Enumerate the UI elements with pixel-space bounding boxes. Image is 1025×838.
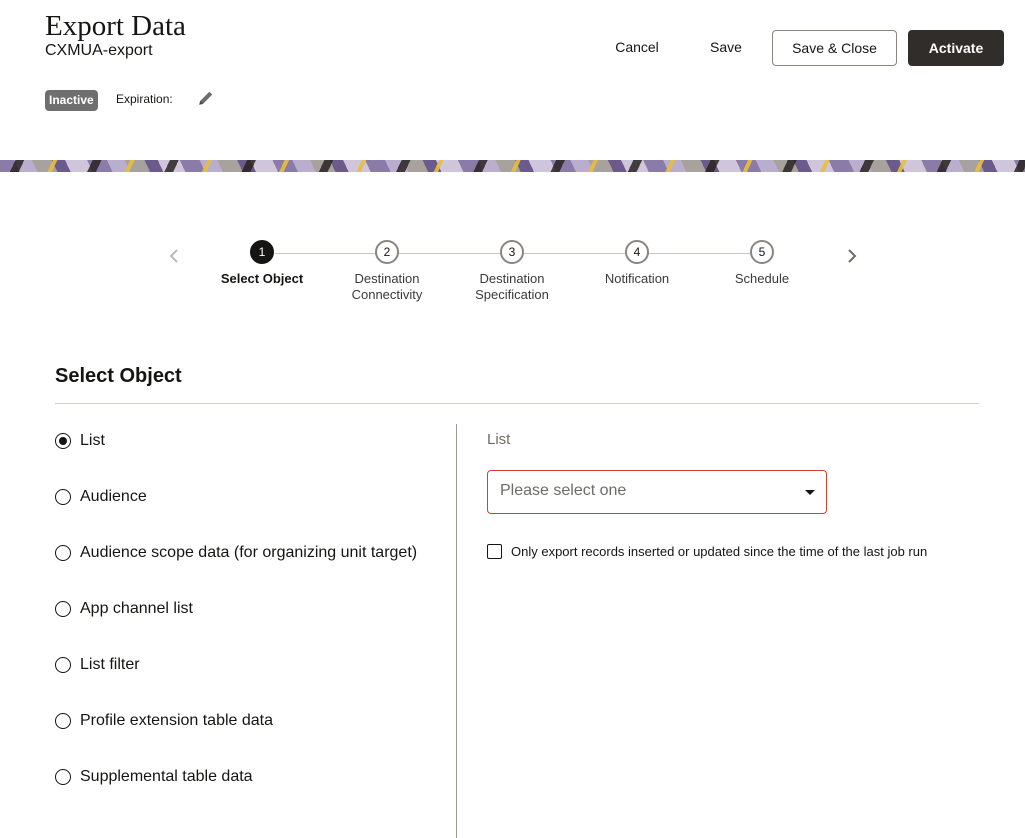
radio-button[interactable] (55, 713, 71, 729)
pencil-edit-icon[interactable] (197, 89, 215, 107)
train-step-notification[interactable]: 4 Notification (587, 240, 687, 287)
incremental-export-checkbox[interactable] (487, 543, 502, 559)
checkbox-label: Only export records inserted or updated … (511, 543, 928, 559)
chevron-left-icon[interactable] (166, 247, 182, 265)
page-subtitle: CXMUA-export (45, 42, 153, 59)
step-number: 3 (500, 240, 524, 264)
caret-down-icon (805, 490, 815, 495)
step-label: Notification (604, 271, 670, 286)
save-button[interactable]: Save (702, 30, 750, 65)
panel-divider (456, 424, 457, 838)
train-step-destination-specification[interactable]: 3 Destination Specification (462, 240, 562, 303)
expiration-label: Expiration: (116, 92, 173, 106)
page-header: Export Data CXMUA-export Inactive Expira… (0, 0, 1025, 160)
step-label: Schedule (734, 271, 790, 286)
radio-label: List (80, 432, 105, 449)
incremental-export-checkbox-row[interactable]: Only export records inserted or updated … (487, 541, 927, 561)
radio-option-list-filter[interactable]: List filter (55, 654, 140, 676)
status-badge: Inactive (45, 90, 98, 111)
radio-button[interactable] (55, 545, 71, 561)
section-title: Select Object (55, 365, 182, 387)
radio-selected-dot (59, 437, 67, 445)
train-step-schedule[interactable]: 5 Schedule (712, 240, 812, 287)
radio-option-app-channel-list[interactable]: App channel list (55, 598, 193, 620)
page-title: Export Data (45, 10, 186, 42)
radio-label: Audience scope data (for organizing unit… (80, 544, 418, 561)
activate-button[interactable]: Activate (908, 30, 1004, 66)
radio-label: App channel list (80, 600, 193, 617)
train-step-destination-connectivity[interactable]: 2 Destination Connectivity (337, 240, 437, 303)
radio-option-list[interactable]: List (55, 430, 105, 452)
select-placeholder: Please select one (500, 482, 627, 499)
step-number: 2 (375, 240, 399, 264)
step-label: Destination Connectivity (351, 271, 423, 302)
radio-label: Profile extension table data (80, 712, 274, 729)
decorative-banner (0, 160, 1025, 172)
radio-option-audience[interactable]: Audience (55, 486, 147, 508)
radio-option-audience-scope-data[interactable]: Audience scope data (for organizing unit… (55, 542, 417, 564)
radio-option-profile-extension-table-data[interactable]: Profile extension table data (55, 710, 273, 732)
radio-button[interactable] (55, 657, 71, 673)
step-train: 1 Select Object 2 Destination Connectivit… (0, 232, 1025, 322)
save-and-close-button[interactable]: Save & Close (772, 30, 897, 66)
step-number: 1 (250, 240, 274, 264)
train-step-select-object[interactable]: 1 Select Object (212, 240, 312, 287)
radio-label: Audience (80, 488, 147, 505)
radio-button[interactable] (55, 433, 71, 449)
radio-button[interactable] (55, 489, 71, 505)
radio-label: List filter (80, 656, 140, 673)
radio-option-supplemental-table-data[interactable]: Supplemental table data (55, 766, 253, 788)
step-number: 5 (750, 240, 774, 264)
radio-button[interactable] (55, 601, 71, 617)
step-label: Select Object (220, 271, 304, 286)
chevron-right-icon[interactable] (844, 247, 860, 265)
radio-button[interactable] (55, 769, 71, 785)
list-field-label: List (487, 431, 511, 448)
section-divider (55, 403, 979, 404)
cancel-button[interactable]: Cancel (608, 30, 666, 65)
step-number: 4 (625, 240, 649, 264)
step-label: Destination Specification (475, 271, 549, 302)
radio-label: Supplemental table data (80, 768, 253, 785)
list-select-dropdown[interactable]: Please select one (487, 470, 827, 514)
